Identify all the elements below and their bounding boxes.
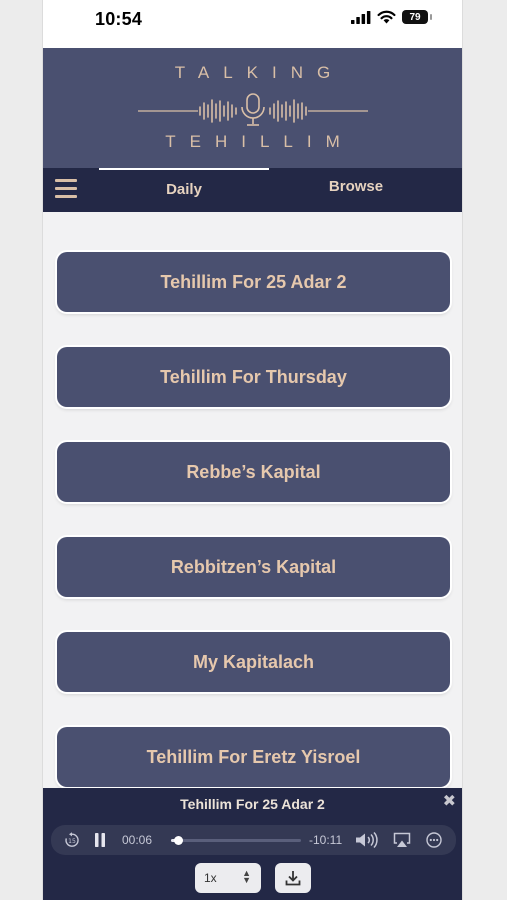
select-arrows-icon: ▲ ▼ [242,868,251,885]
battery-icon: 79 [402,10,432,24]
list-item-eretz-yisroel[interactable]: Tehillim For Eretz Yisroel [57,727,450,787]
tehillim-list: Tehillim For 25 Adar 2 Tehillim For Thur… [43,212,462,788]
list-item-weekday-tehillim[interactable]: Tehillim For Thursday [57,347,450,407]
signal-icon [351,10,371,24]
volume-icon[interactable] [355,832,379,848]
svg-text:15: 15 [68,838,76,845]
status-bar: 10:54 79 [43,0,462,48]
wifi-icon [377,10,396,24]
list-item-rebbes-kapital[interactable]: Rebbe’s Kapital [57,442,450,502]
playback-speed-value: 1x [204,871,217,885]
menu-icon[interactable] [55,179,77,201]
list-item-my-kapitalach[interactable]: My Kapitalach [57,632,450,692]
battery-level: 79 [409,11,421,23]
list-item-daily-tehillim[interactable]: Tehillim For 25 Adar 2 [57,252,450,312]
status-icons: 79 [351,10,432,24]
pause-icon[interactable] [94,833,106,847]
logo-bottom-text: TEHILLIM [165,132,354,151]
progress-thumb[interactable] [173,836,183,845]
status-time: 10:54 [95,9,143,29]
airplay-icon[interactable] [393,832,411,848]
remaining-time: -10:11 [309,833,343,847]
audio-player: Tehillim For 25 Adar 2 ✖ 15 00:06 -10:11 [43,788,462,900]
nav-bar: Daily Browse [43,168,462,212]
more-icon[interactable] [426,832,442,848]
close-icon[interactable]: ✖ [443,791,456,811]
tab-browse[interactable]: Browse [271,168,441,212]
replay-icon[interactable]: 15 [64,832,80,848]
app-header: TALKING TEHILLIM [43,48,462,168]
download-icon [285,871,301,886]
player-controls: 15 00:06 -10:11 [51,825,456,855]
logo-top-text: TALKING [174,63,345,82]
microphone-icon [138,93,368,126]
elapsed-time: 00:06 [122,833,153,847]
progress-track[interactable] [171,836,301,845]
download-button[interactable] [275,863,311,893]
tab-daily[interactable]: Daily [99,168,269,212]
app-screen: 10:54 79 TALKING TEHILLIM Daily Browse T… [42,0,463,900]
playback-speed-select[interactable]: 1x ▲ ▼ [195,863,261,893]
list-item-rebbitzens-kapital[interactable]: Rebbitzen’s Kapital [57,537,450,597]
player-title: Tehillim For 25 Adar 2 [180,796,325,812]
